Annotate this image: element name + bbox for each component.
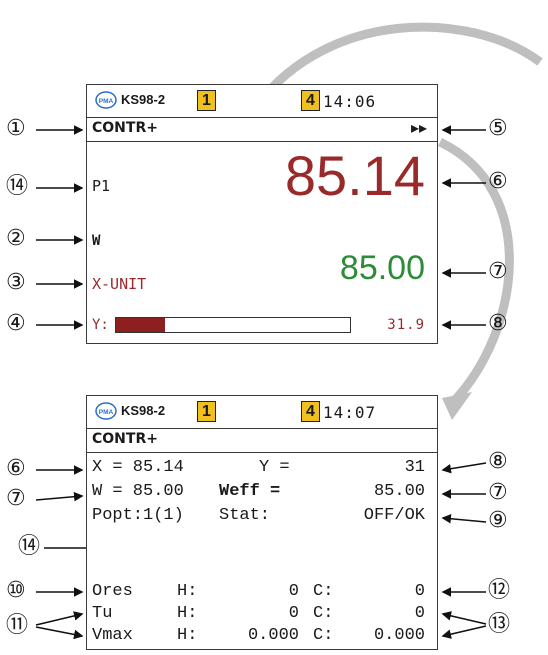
- setpoint-value: 85.00: [339, 249, 425, 287]
- callout-12: ⑫: [488, 578, 511, 603]
- screen-detail: PMA KS98-2 1 4 14:07 CONTR+ X = 85.14 Y …: [86, 395, 438, 650]
- callout-6b: ⑥: [6, 456, 26, 481]
- callout-14: ⑭: [6, 174, 29, 199]
- callout-13: ⑬: [488, 612, 511, 637]
- ores-c-label: C:: [313, 582, 334, 601]
- ores-h-value: 0: [288, 582, 299, 601]
- output-label: Y =: [259, 458, 290, 477]
- callout-3: ③: [6, 270, 26, 295]
- param-set-row: Popt:1(1): [92, 506, 184, 525]
- indicator-box-4: 4: [301, 401, 320, 422]
- pma-logo-icon: PMA: [95, 91, 117, 109]
- output-bar-fill: [116, 318, 166, 332]
- status-value: OFF/OK: [363, 506, 425, 525]
- setpoint-row: W = 85.00: [92, 482, 184, 501]
- callout-6: ⑥: [488, 169, 508, 194]
- indicator-box-1: 1: [197, 90, 216, 111]
- clock: 14:06: [323, 92, 377, 111]
- vmax-h-label: H:: [177, 626, 198, 645]
- screen-overview: PMA KS98-2 1 4 14:06 CONTR+ ▸▸ P1 85.14 …: [86, 84, 438, 344]
- output-label: Y:: [92, 317, 109, 333]
- output-bar: [115, 317, 351, 333]
- callout-10: ⑩: [6, 578, 26, 603]
- mode-bar: CONTR+ ▸▸: [87, 117, 437, 142]
- ores-c-value: 0: [414, 582, 425, 601]
- mode-label: CONTR+: [92, 120, 158, 136]
- vmax-h-value: 0.000: [247, 626, 299, 645]
- param-set-label: P1: [92, 177, 111, 195]
- ores-label: Ores: [92, 582, 133, 601]
- status-label: Stat:: [219, 506, 271, 525]
- tu-h-value: 0: [288, 604, 299, 623]
- callout-4: ④: [6, 311, 26, 336]
- process-value: 85.14: [284, 144, 425, 207]
- callout-11: ⑪: [6, 613, 29, 638]
- pma-logo-icon: PMA: [95, 402, 117, 420]
- indicator-box-1: 1: [197, 401, 216, 422]
- callout-8b: ⑧: [488, 449, 508, 474]
- clock: 14:07: [323, 403, 377, 422]
- setpoint-label: W: [92, 233, 101, 249]
- callout-1: ①: [6, 116, 26, 141]
- tu-label: Tu: [92, 604, 113, 623]
- output-value: 31: [404, 458, 425, 477]
- callout-7b: ⑦: [6, 486, 26, 511]
- screen-header: PMA KS98-2 1 4 14:06: [87, 85, 437, 118]
- mode-label: CONTR+: [92, 431, 158, 447]
- unit-label: X-UNIT: [92, 275, 147, 293]
- effective-setpoint-value: 85.00: [373, 482, 425, 501]
- callout-8: ⑧: [488, 311, 508, 336]
- vmax-c-label: C:: [313, 626, 334, 645]
- output-value: 31.9: [387, 317, 425, 333]
- fast-forward-icon[interactable]: ▸▸: [411, 118, 427, 138]
- callout-7c: ⑦: [488, 480, 508, 505]
- svg-text:PMA: PMA: [99, 98, 114, 105]
- callout-2: ②: [6, 226, 26, 251]
- device-name: KS98-2: [121, 403, 166, 418]
- tu-h-label: H:: [177, 604, 198, 623]
- ores-h-label: H:: [177, 582, 198, 601]
- callout-14b: ⑭: [18, 534, 41, 559]
- callout-9: ⑨: [488, 508, 508, 533]
- callout-7: ⑦: [488, 259, 508, 284]
- tu-c-value: 0: [414, 604, 425, 623]
- vmax-c-value: 0.000: [373, 626, 425, 645]
- device-name: KS98-2: [121, 92, 166, 107]
- callout-5: ⑤: [488, 116, 508, 141]
- mode-bar: CONTR+: [87, 428, 437, 453]
- indicator-box-4: 4: [301, 90, 320, 111]
- process-value-row: X = 85.14: [92, 458, 184, 477]
- effective-setpoint-label: Weff =: [219, 482, 281, 501]
- svg-text:PMA: PMA: [99, 409, 114, 416]
- screen-header: PMA KS98-2 1 4 14:07: [87, 396, 437, 429]
- tu-c-label: C:: [313, 604, 334, 623]
- vmax-label: Vmax: [92, 626, 133, 645]
